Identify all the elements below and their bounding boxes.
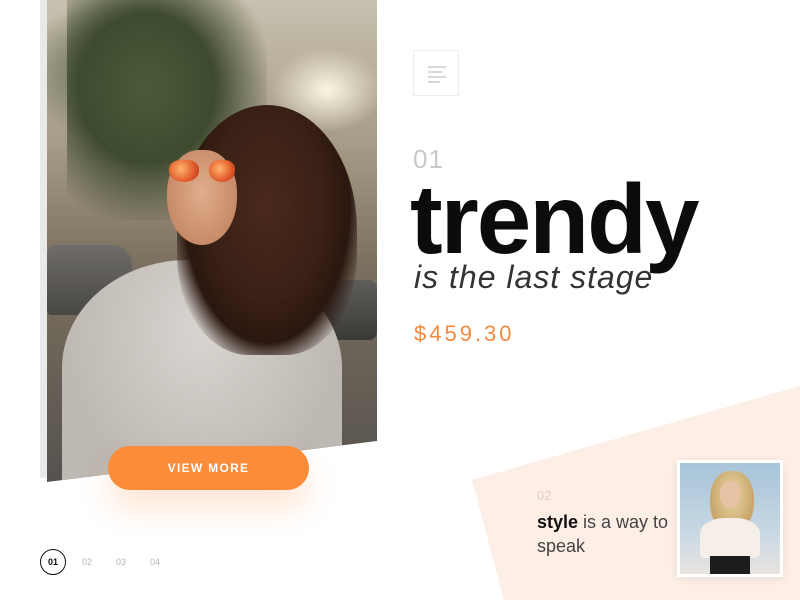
view-more-button[interactable]: VIEW MORE [108,446,309,490]
next-item-number: 02 [537,488,552,503]
feature-title: trendy [410,164,700,274]
next-item-caption[interactable]: style is a way to speak [537,510,677,558]
next-item-bold: style [537,512,579,532]
page-02[interactable]: 02 [74,549,100,575]
feature-subtitle: is the last stage [414,259,654,295]
page-01[interactable]: 01 [40,549,66,575]
sunglasses [169,160,239,184]
menu-bars-icon [428,66,446,86]
pagination: 01 02 03 04 [40,549,176,575]
hero-image [47,0,377,482]
blonde-woman-photo [680,463,780,574]
next-item-thumbnail[interactable] [677,460,783,577]
menu-button[interactable] [413,50,459,96]
page-03[interactable]: 03 [108,549,134,575]
hero-image-edge [40,0,48,478]
sunglasses-lens [169,160,199,182]
page-04[interactable]: 04 [142,549,168,575]
feature-price: $459.30 [414,321,515,346]
sunglasses-lens [209,160,235,182]
